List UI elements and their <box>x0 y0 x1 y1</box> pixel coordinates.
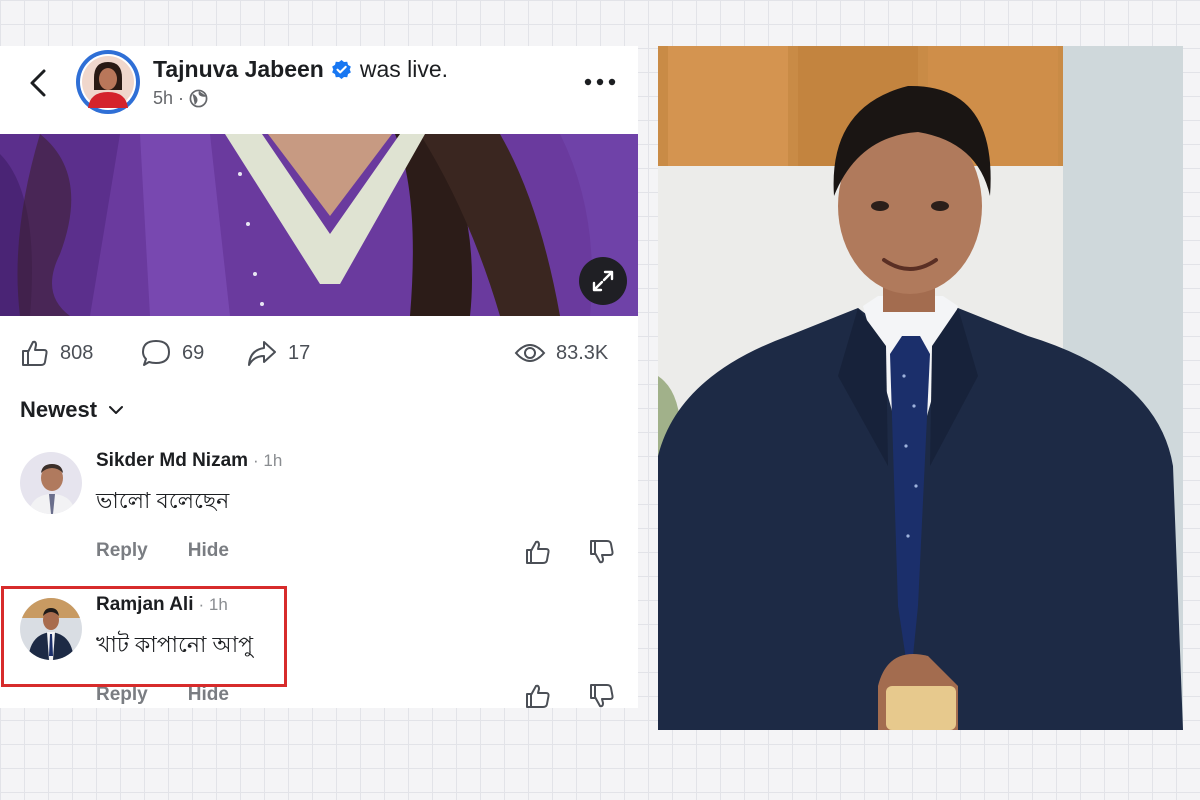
reply-button[interactable]: Reply <box>96 684 148 706</box>
post-header: Tajnuva Jabeen was live. 5h · <box>0 46 638 132</box>
comment-stat[interactable]: 69 <box>140 338 204 368</box>
chevron-down-icon <box>109 406 124 414</box>
author-line: Tajnuva Jabeen was live. <box>153 56 448 83</box>
portrait-photo <box>658 46 1183 730</box>
hide-button[interactable]: Hide <box>188 684 229 706</box>
like-count: 808 <box>60 341 94 364</box>
hide-button[interactable]: Hide <box>188 540 229 562</box>
comment-actions: Reply Hide <box>96 684 229 706</box>
sort-label: Newest <box>20 397 98 422</box>
post-meta: 5h · <box>153 88 208 109</box>
share-icon <box>248 341 276 366</box>
comment-header: Sikder Md Nizam · 1h <box>96 450 282 472</box>
thumbs-up-icon[interactable] <box>524 538 552 566</box>
eye-icon <box>514 344 546 362</box>
commenter-avatar-photo <box>20 452 82 514</box>
like-icon <box>22 340 48 366</box>
live-status-text: was live. <box>359 56 449 82</box>
comment-text: ভালো বলেছেন <box>96 488 230 513</box>
commenter-name[interactable]: Sikder Md Nizam <box>96 450 248 472</box>
video-still <box>0 134 638 316</box>
verified-badge-icon <box>332 59 351 80</box>
comment-count: 69 <box>182 341 205 364</box>
portrait-illustration <box>658 46 1183 730</box>
commenter-avatar[interactable] <box>20 452 82 514</box>
back-arrow-icon[interactable] <box>22 66 56 100</box>
comment-highlight-box <box>1 586 287 687</box>
globe-icon <box>189 89 208 108</box>
thumbs-down-icon[interactable] <box>588 682 616 708</box>
comment-sort-dropdown[interactable]: Newest <box>20 397 124 423</box>
comment-time: · 1h <box>253 451 283 470</box>
fullscreen-button[interactable] <box>579 257 627 305</box>
engagement-stats: 808 69 17 83.3K <box>0 332 638 376</box>
like-stat[interactable]: 808 <box>20 338 93 368</box>
author-avatar[interactable] <box>76 50 140 114</box>
comment-icon <box>142 340 170 366</box>
thumbs-up-icon[interactable] <box>524 682 552 708</box>
share-stat[interactable]: 17 <box>246 338 310 368</box>
reply-button[interactable]: Reply <box>96 540 148 562</box>
post-time[interactable]: 5h <box>153 88 173 109</box>
comment-actions: Reply Hide <box>96 540 229 562</box>
author-avatar-photo <box>82 56 134 108</box>
thumbs-down-icon[interactable] <box>588 538 616 566</box>
expand-icon <box>592 270 614 292</box>
view-stat: 83.3K <box>514 338 608 368</box>
meta-separator: · <box>178 88 185 108</box>
share-count: 17 <box>288 341 311 364</box>
more-options-icon[interactable] <box>582 70 618 94</box>
view-count: 83.3K <box>556 341 609 364</box>
live-video-frame[interactable] <box>0 134 638 316</box>
author-name[interactable]: Tajnuva Jabeen <box>153 56 324 83</box>
comment-item: Sikder Md Nizam · 1h ভালো বলেছেন Reply H… <box>0 448 638 578</box>
